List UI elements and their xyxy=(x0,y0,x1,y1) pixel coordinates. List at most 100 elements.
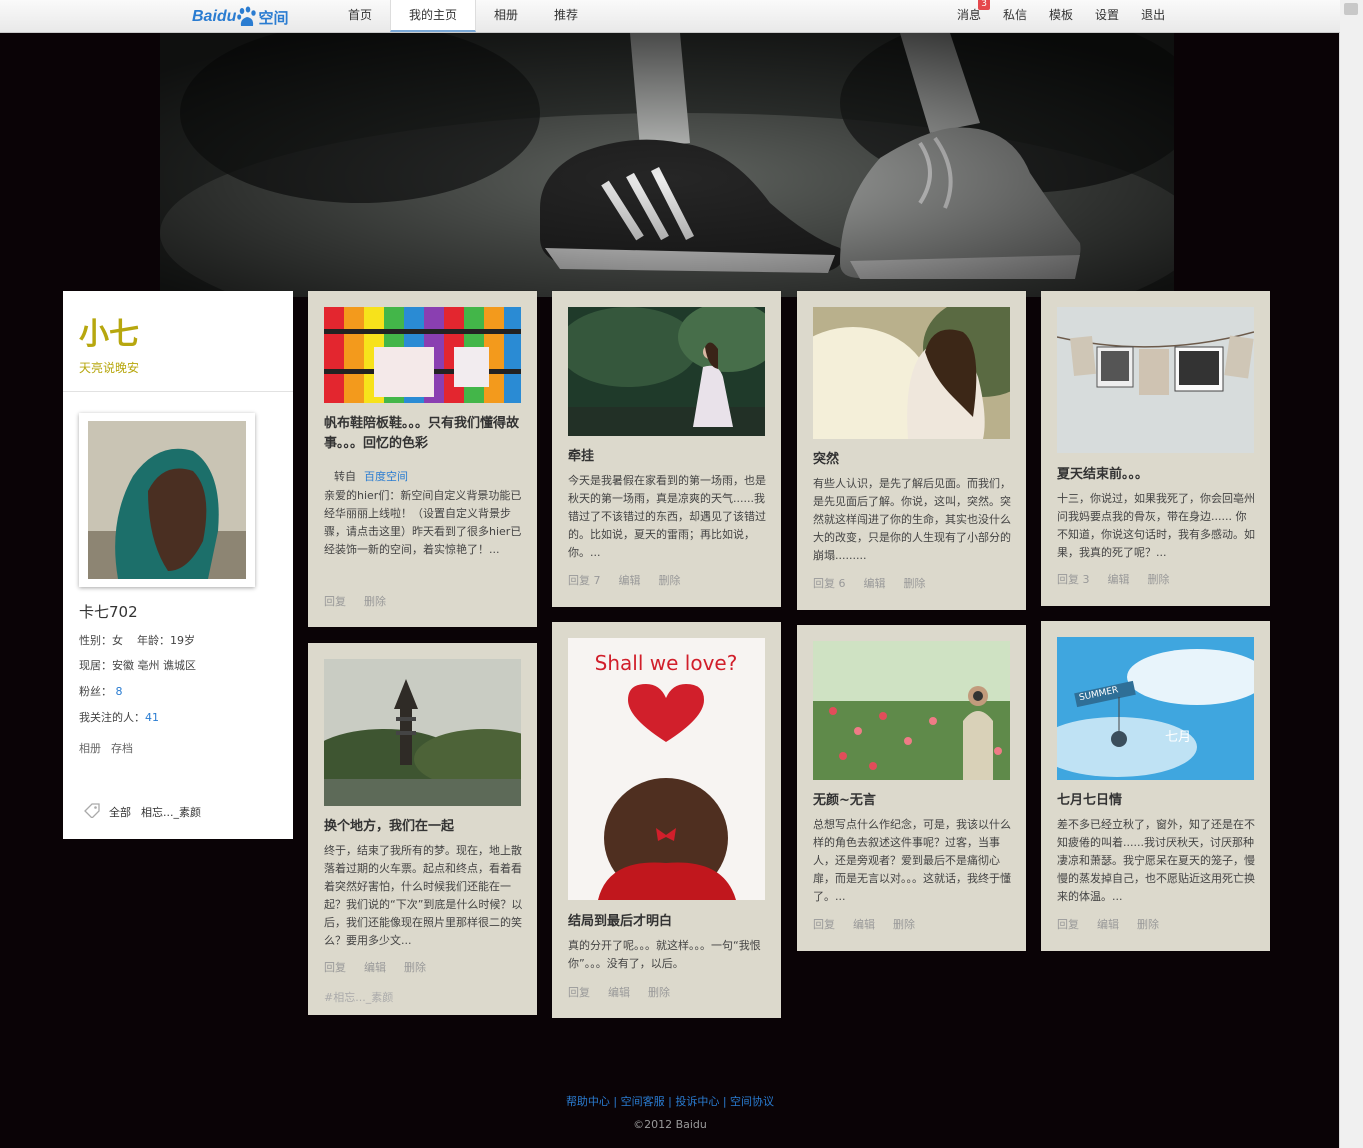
profile-signature: 天亮说晚安 xyxy=(79,361,140,375)
delete-link[interactable]: 删除 xyxy=(893,916,915,932)
profile-link-album[interactable]: 相册 xyxy=(79,742,101,755)
post-card[interactable]: 牵挂 今天是我暑假在家看到的第一场雨，也是秋天的第一场雨，真是凉爽的天气....… xyxy=(552,291,781,607)
baidu-space-logo[interactable]: Baidu 空间 xyxy=(192,4,288,30)
post-excerpt: 亲爱的hier们：新空间自定义背景功能已经华丽丽上线啦！（设置自定义背景步骤，请… xyxy=(324,489,522,556)
post-card[interactable]: 帆布鞋陪板鞋。。。只有我们懂得故事。。。回忆的色彩 转自 百度空间 亲爱的hier… xyxy=(308,291,537,627)
edit-link[interactable]: 编辑 xyxy=(608,984,630,1000)
post-title[interactable]: 夏天结束前。。。 xyxy=(1057,465,1256,485)
post-thumbnail[interactable] xyxy=(568,307,765,436)
delete-link[interactable]: 删除 xyxy=(1137,916,1159,932)
reply-link[interactable]: 回复 3 xyxy=(1057,571,1090,587)
nav-templates[interactable]: 模板 xyxy=(1038,0,1084,32)
reply-link[interactable]: 回复 xyxy=(568,984,590,1000)
footer-space-agreement[interactable]: 空间协议 xyxy=(730,1095,774,1108)
nav-recommend[interactable]: 推荐 xyxy=(536,0,596,32)
reply-link[interactable]: 回复 7 xyxy=(568,572,601,588)
post-card[interactable]: SUMMER 七月 七月七日情 差不多已经立秋了，窗外，知了还是在不知疲倦的叫着… xyxy=(1041,621,1270,951)
delete-link[interactable]: 删除 xyxy=(404,959,426,975)
footer-help-center[interactable]: 帮助中心 xyxy=(566,1095,610,1108)
post-thumbnail[interactable] xyxy=(1057,307,1254,453)
post-card[interactable]: 突然 有些人认识，是先了解后见面。而我们，是先见面后了解。你说，这叫，突然。突然… xyxy=(797,291,1026,610)
delete-link[interactable]: 删除 xyxy=(659,572,681,588)
reply-link[interactable]: 回复 xyxy=(1057,916,1079,932)
post-excerpt: 差不多已经立秋了，窗外，知了还是在不知疲倦的叫着......我讨厌秋天，讨厌那种… xyxy=(1057,818,1255,903)
age-value: 19岁 xyxy=(170,634,195,647)
user-nav: 消息 3 私信 模板 设置 退出 xyxy=(946,0,1176,32)
post-thumbnail[interactable] xyxy=(813,641,1010,780)
post-thumbnail[interactable]: Shall we love? xyxy=(568,638,765,900)
age-label: 年龄： xyxy=(137,634,170,647)
edit-link[interactable]: 编辑 xyxy=(619,572,641,588)
post-thumbnail[interactable] xyxy=(324,307,521,403)
reply-link[interactable]: 回复 xyxy=(813,916,835,932)
following-label: 我关注的人： xyxy=(79,711,145,724)
gender-value: 女 xyxy=(112,634,123,647)
nav-logout[interactable]: 退出 xyxy=(1130,0,1176,32)
post-actions: 回复 3 编辑 删除 xyxy=(1057,571,1170,587)
profile-gender-age: 性别：女 年龄：19岁 xyxy=(79,632,195,648)
scrollbar-thumb[interactable] xyxy=(1344,3,1358,15)
nav-messages[interactable]: 消息 3 xyxy=(946,0,992,32)
logo-text-cn: 空间 xyxy=(258,8,289,27)
edit-link[interactable]: 编辑 xyxy=(1097,916,1119,932)
profile-link-archive[interactable]: 存档 xyxy=(111,742,133,755)
nav-settings[interactable]: 设置 xyxy=(1084,0,1130,32)
edit-link[interactable]: 编辑 xyxy=(853,916,875,932)
post-title[interactable]: 牵挂 xyxy=(568,447,767,467)
nav-private-messages[interactable]: 私信 xyxy=(992,0,1038,32)
following-count[interactable]: 41 xyxy=(145,711,159,724)
post-card[interactable]: 夏天结束前。。。 十三，你说过，如果我死了，你会回亳州问我妈要点我的骨灰，带在身… xyxy=(1041,291,1270,606)
post-title[interactable]: 七月七日情 xyxy=(1057,791,1256,811)
message-count-badge: 3 xyxy=(978,0,991,10)
tag-xiangwang[interactable]: 相忘..._素颜 xyxy=(141,804,201,820)
post-actions: 回复 删除 xyxy=(324,593,386,609)
post-title[interactable]: 帆布鞋陪板鞋。。。只有我们懂得故事。。。回忆的色彩 xyxy=(324,414,523,454)
post-title[interactable]: 结局到最后才明白 xyxy=(568,912,767,932)
edit-link[interactable]: 编辑 xyxy=(864,575,886,591)
footer-links: 帮助中心 | 空间客服 | 投诉中心 | 空间协议 xyxy=(565,1095,775,1108)
post-title[interactable]: 无颜~无言 xyxy=(813,791,1012,811)
post-card[interactable]: 无颜~无言 总想写点什么作纪念，可是，我该以什么样的角色去叙述这件事呢？过客，当… xyxy=(797,625,1026,951)
image-caption-text: Shall we love? xyxy=(595,651,738,675)
post-excerpt: 十三，你说过，如果我死了，你会回亳州问我妈要点我的骨灰，带在身边...... 你… xyxy=(1057,492,1255,559)
post-actions: 回复 编辑 删除 xyxy=(324,959,426,975)
image-july-text: 七月 xyxy=(1165,730,1191,745)
reply-link[interactable]: 回复 xyxy=(324,959,346,975)
profile-panel: 小七 天亮说晚安 卡七702 性别：女 年龄：19岁 现居：安徽 亳州 谯城区 … xyxy=(63,291,293,839)
footer-customer-service[interactable]: 空间客服 xyxy=(621,1095,665,1108)
delete-link[interactable]: 删除 xyxy=(1148,571,1170,587)
fans-label: 粉丝： xyxy=(79,685,112,698)
post-thumbnail[interactable] xyxy=(324,659,521,806)
delete-link[interactable]: 删除 xyxy=(364,593,386,609)
post-card[interactable]: 换个地方，我们在一起 终于，结束了我所有的梦。现在，地上散落着过期的火车票。起点… xyxy=(308,643,537,1015)
nav-my-home[interactable]: 我的主页 xyxy=(390,0,477,32)
reply-link[interactable]: 回复 6 xyxy=(813,575,846,591)
fans-count[interactable]: 8 xyxy=(116,685,123,698)
tag-filter: 全部 相忘..._素颜 xyxy=(83,802,211,821)
profile-fans: 粉丝： 8 xyxy=(79,683,123,699)
post-title[interactable]: 换个地方，我们在一起 xyxy=(324,817,523,837)
post-thumbnail[interactable] xyxy=(813,307,1010,439)
reply-link[interactable]: 回复 xyxy=(324,593,346,609)
edit-link[interactable]: 编辑 xyxy=(1108,571,1130,587)
post-card[interactable]: Shall we love? 结局到最后才明白 真的分开了呢。。。就这样。。。一… xyxy=(552,622,781,1018)
repost-source-link[interactable]: 百度空间 xyxy=(364,470,408,483)
post-tag[interactable]: #相忘..._素颜 xyxy=(324,989,393,1005)
edit-link[interactable]: 编辑 xyxy=(364,959,386,975)
post-title[interactable]: 突然 xyxy=(813,450,1012,470)
footer-complaint-center[interactable]: 投诉中心 xyxy=(675,1095,719,1108)
nav-album[interactable]: 相册 xyxy=(476,0,536,32)
tag-all[interactable]: 全部 xyxy=(109,804,131,820)
post-thumbnail[interactable]: SUMMER 七月 xyxy=(1057,637,1254,780)
delete-link[interactable]: 删除 xyxy=(648,984,670,1000)
location-value: 安徽 亳州 谯城区 xyxy=(112,659,196,672)
profile-divider xyxy=(63,391,293,392)
nav-home[interactable]: 首页 xyxy=(330,0,390,32)
page-scrollbar[interactable] xyxy=(1339,0,1363,1148)
avatar[interactable] xyxy=(79,413,255,587)
username[interactable]: 卡七702 xyxy=(79,601,138,622)
delete-link[interactable]: 删除 xyxy=(904,575,926,591)
logo-text-latin: Baidu xyxy=(192,8,237,25)
nav-messages-label: 消息 xyxy=(957,8,982,22)
main-nav: 首页 我的主页 相册 推荐 xyxy=(330,0,596,32)
